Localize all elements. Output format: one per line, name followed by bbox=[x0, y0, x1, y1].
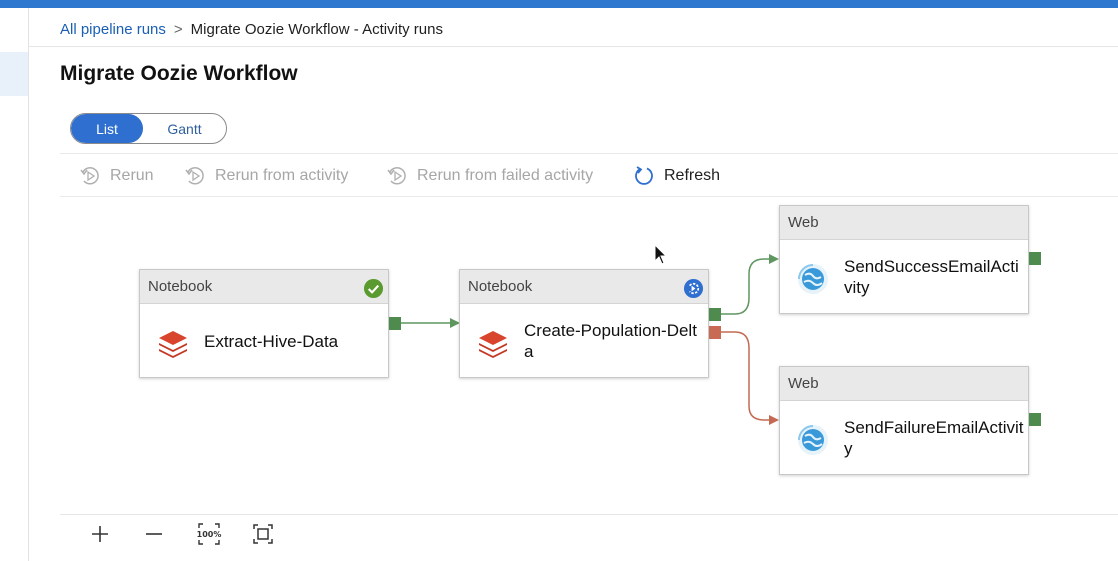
notebook-icon bbox=[479, 331, 507, 358]
success-output-port[interactable] bbox=[1029, 413, 1041, 426]
plus-icon bbox=[92, 526, 108, 542]
rerun-icon bbox=[80, 167, 99, 185]
canvas-footer-divider bbox=[60, 514, 1118, 515]
activity-name: Extract-Hive-Data bbox=[204, 331, 339, 351]
reset-zoom-button[interactable]: 100% bbox=[196, 521, 222, 547]
mouse-cursor-icon bbox=[654, 244, 668, 265]
breadcrumb-divider bbox=[29, 46, 1118, 47]
connector-create-to-success bbox=[721, 254, 779, 315]
view-toggle: List Gantt bbox=[70, 113, 227, 144]
in-progress-icon bbox=[683, 278, 704, 299]
activity-node-extract-hive-data[interactable]: Notebook Extract-Hive-Data bbox=[139, 269, 389, 378]
activity-name: Create-Population-Delta bbox=[524, 321, 697, 361]
fit-to-screen-button[interactable] bbox=[250, 521, 276, 547]
reset-zoom-label: 100% bbox=[196, 529, 222, 539]
minus-icon bbox=[146, 533, 162, 535]
web-globe-icon bbox=[798, 264, 828, 294]
succeeded-check-icon bbox=[363, 278, 384, 299]
failure-output-port[interactable] bbox=[709, 326, 721, 339]
activity-node-create-population-delta[interactable]: Notebook Create-Population-Delta bbox=[459, 269, 709, 378]
activity-type-label: Notebook bbox=[468, 278, 533, 295]
success-output-port[interactable] bbox=[709, 308, 721, 321]
activity-type-label: Web bbox=[788, 375, 819, 392]
activity-type-header: Notebook bbox=[140, 270, 388, 304]
connector-create-to-failure bbox=[721, 331, 779, 425]
activity-type-header: Notebook bbox=[460, 270, 708, 304]
left-nav-selected-item[interactable] bbox=[0, 52, 28, 96]
left-nav-rail bbox=[0, 8, 29, 561]
breadcrumb: All pipeline runs > Migrate Oozie Workfl… bbox=[60, 19, 443, 39]
notebook-icon bbox=[159, 331, 187, 358]
pipeline-canvas[interactable]: Notebook Extract-Hive-Data Notebook Crea… bbox=[29, 198, 1118, 514]
rerun-from-failed-activity-button[interactable]: Rerun from failed activity bbox=[386, 163, 593, 189]
refresh-button[interactable]: Refresh bbox=[633, 163, 720, 189]
activity-type-label: Web bbox=[788, 214, 819, 231]
activity-type-header: Web bbox=[780, 367, 1028, 401]
success-output-port[interactable] bbox=[389, 317, 401, 330]
rerun-label: Rerun bbox=[110, 167, 154, 184]
gantt-view-option[interactable]: Gantt bbox=[143, 114, 226, 143]
activity-node-send-success-email[interactable]: Web SendSuccessEmailActivity bbox=[779, 205, 1029, 314]
page-title: Migrate Oozie Workflow bbox=[60, 62, 298, 85]
refresh-label: Refresh bbox=[664, 167, 721, 184]
rerun-from-failed-icon bbox=[387, 167, 406, 185]
activity-type-header: Web bbox=[780, 206, 1028, 240]
rerun-from-activity-button[interactable]: Rerun from activity bbox=[184, 163, 348, 189]
breadcrumb-current: Migrate Oozie Workflow - Activity runs bbox=[190, 20, 443, 38]
list-view-option[interactable]: List bbox=[71, 114, 143, 143]
breadcrumb-separator: > bbox=[173, 20, 183, 38]
zoom-in-button[interactable] bbox=[87, 521, 113, 547]
rerun-from-activity-label: Rerun from activity bbox=[215, 167, 349, 184]
zoom-out-button[interactable] bbox=[141, 521, 167, 547]
rerun-button[interactable]: Rerun bbox=[79, 163, 154, 189]
success-output-port[interactable] bbox=[1029, 252, 1041, 265]
web-globe-icon bbox=[798, 425, 828, 455]
activity-name: SendFailureEmailActivity bbox=[844, 418, 1024, 458]
refresh-icon bbox=[635, 166, 653, 185]
activity-name: SendSuccessEmailActivity bbox=[844, 257, 1019, 297]
fit-to-screen-icon bbox=[253, 524, 273, 544]
breadcrumb-all-pipeline-runs[interactable]: All pipeline runs bbox=[60, 21, 166, 38]
activity-type-label: Notebook bbox=[148, 278, 213, 295]
connector-extract-to-create bbox=[401, 318, 460, 328]
rerun-from-failed-label: Rerun from failed activity bbox=[417, 167, 594, 184]
top-bar bbox=[0, 0, 1118, 8]
rerun-from-activity-icon bbox=[185, 167, 204, 185]
toolbar: Rerun Rerun from activity Rerun from fai… bbox=[60, 153, 1118, 197]
activity-node-send-failure-email[interactable]: Web SendFailureEmailActivity bbox=[779, 366, 1029, 475]
